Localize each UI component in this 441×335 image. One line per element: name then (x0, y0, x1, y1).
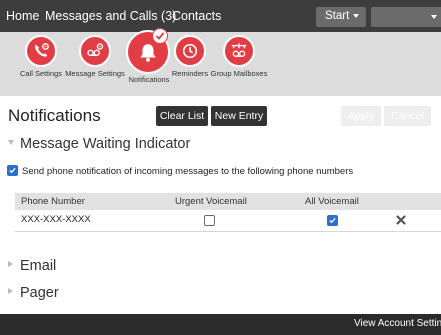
send-notification-checkbox[interactable] (7, 165, 18, 176)
active-check-icon (152, 28, 168, 44)
urgent-voicemail-checkbox[interactable] (204, 215, 215, 226)
column-header-urgent: Urgent Voicemail (175, 196, 247, 207)
table-header: Phone Number Urgent Voicemail All Voicem… (15, 193, 441, 210)
checkmark-icon (9, 167, 16, 174)
row-divider (15, 231, 441, 232)
pager-header-label: Pager (20, 285, 59, 301)
start-menu-button[interactable]: Start (316, 7, 366, 27)
expand-triangle-icon (8, 261, 13, 268)
all-voicemail-checkbox[interactable] (327, 215, 338, 226)
send-notification-label: Send phone notification of incoming mess… (22, 166, 354, 177)
settings-icon-bar: Call Settings Message Settings Notificat… (0, 28, 441, 96)
apply-button[interactable]: Apply (341, 106, 381, 126)
phone-number-cell: XXX-XXX-XXXX (21, 214, 91, 225)
view-account-settings-link[interactable]: View Account Settings (354, 318, 441, 329)
email-header-label: Email (20, 258, 57, 274)
group-voicemail-icon (223, 35, 255, 67)
mwi-section-header[interactable]: Message Waiting Indicator (8, 136, 190, 152)
chevron-down-icon (353, 13, 360, 18)
column-header-all: All Voicemail (305, 196, 359, 207)
pager-section-header[interactable]: Pager (8, 285, 59, 301)
nav-contacts-link[interactable]: Contacts (172, 9, 221, 23)
delete-x-icon[interactable] (396, 215, 406, 225)
expand-triangle-icon (8, 288, 13, 295)
checkmark-icon (329, 217, 336, 224)
user-menu-button[interactable] (371, 7, 441, 27)
message-settings-label: Message Settings (65, 69, 125, 78)
footer-bar: View Account Settings (0, 314, 441, 335)
nav-messages-link[interactable]: Messages and Calls (3) (45, 9, 176, 23)
page-title: Notifications (8, 106, 101, 125)
new-entry-button[interactable]: New Entry (211, 106, 267, 126)
column-header-phone: Phone Number (21, 196, 85, 207)
chevron-down-icon (431, 15, 437, 19)
clear-list-button[interactable]: Clear List (156, 106, 208, 126)
collapse-triangle-icon (8, 139, 14, 145)
nav-home-link[interactable]: Home (6, 9, 39, 23)
clock-icon (174, 35, 206, 67)
start-label: Start (325, 10, 350, 22)
top-navigation-bar: Home Messages and Calls (3) Contacts Sta… (0, 0, 441, 32)
mwi-header-label: Message Waiting Indicator (20, 136, 191, 152)
cancel-button[interactable]: Cancel (384, 106, 431, 126)
phone-gear-icon (25, 35, 57, 67)
call-settings-label: Call Settings (19, 69, 63, 78)
group-mailboxes-label: Group Mailboxes (210, 69, 268, 78)
voicemail-gear-icon (79, 35, 111, 67)
email-section-header[interactable]: Email (8, 258, 56, 274)
